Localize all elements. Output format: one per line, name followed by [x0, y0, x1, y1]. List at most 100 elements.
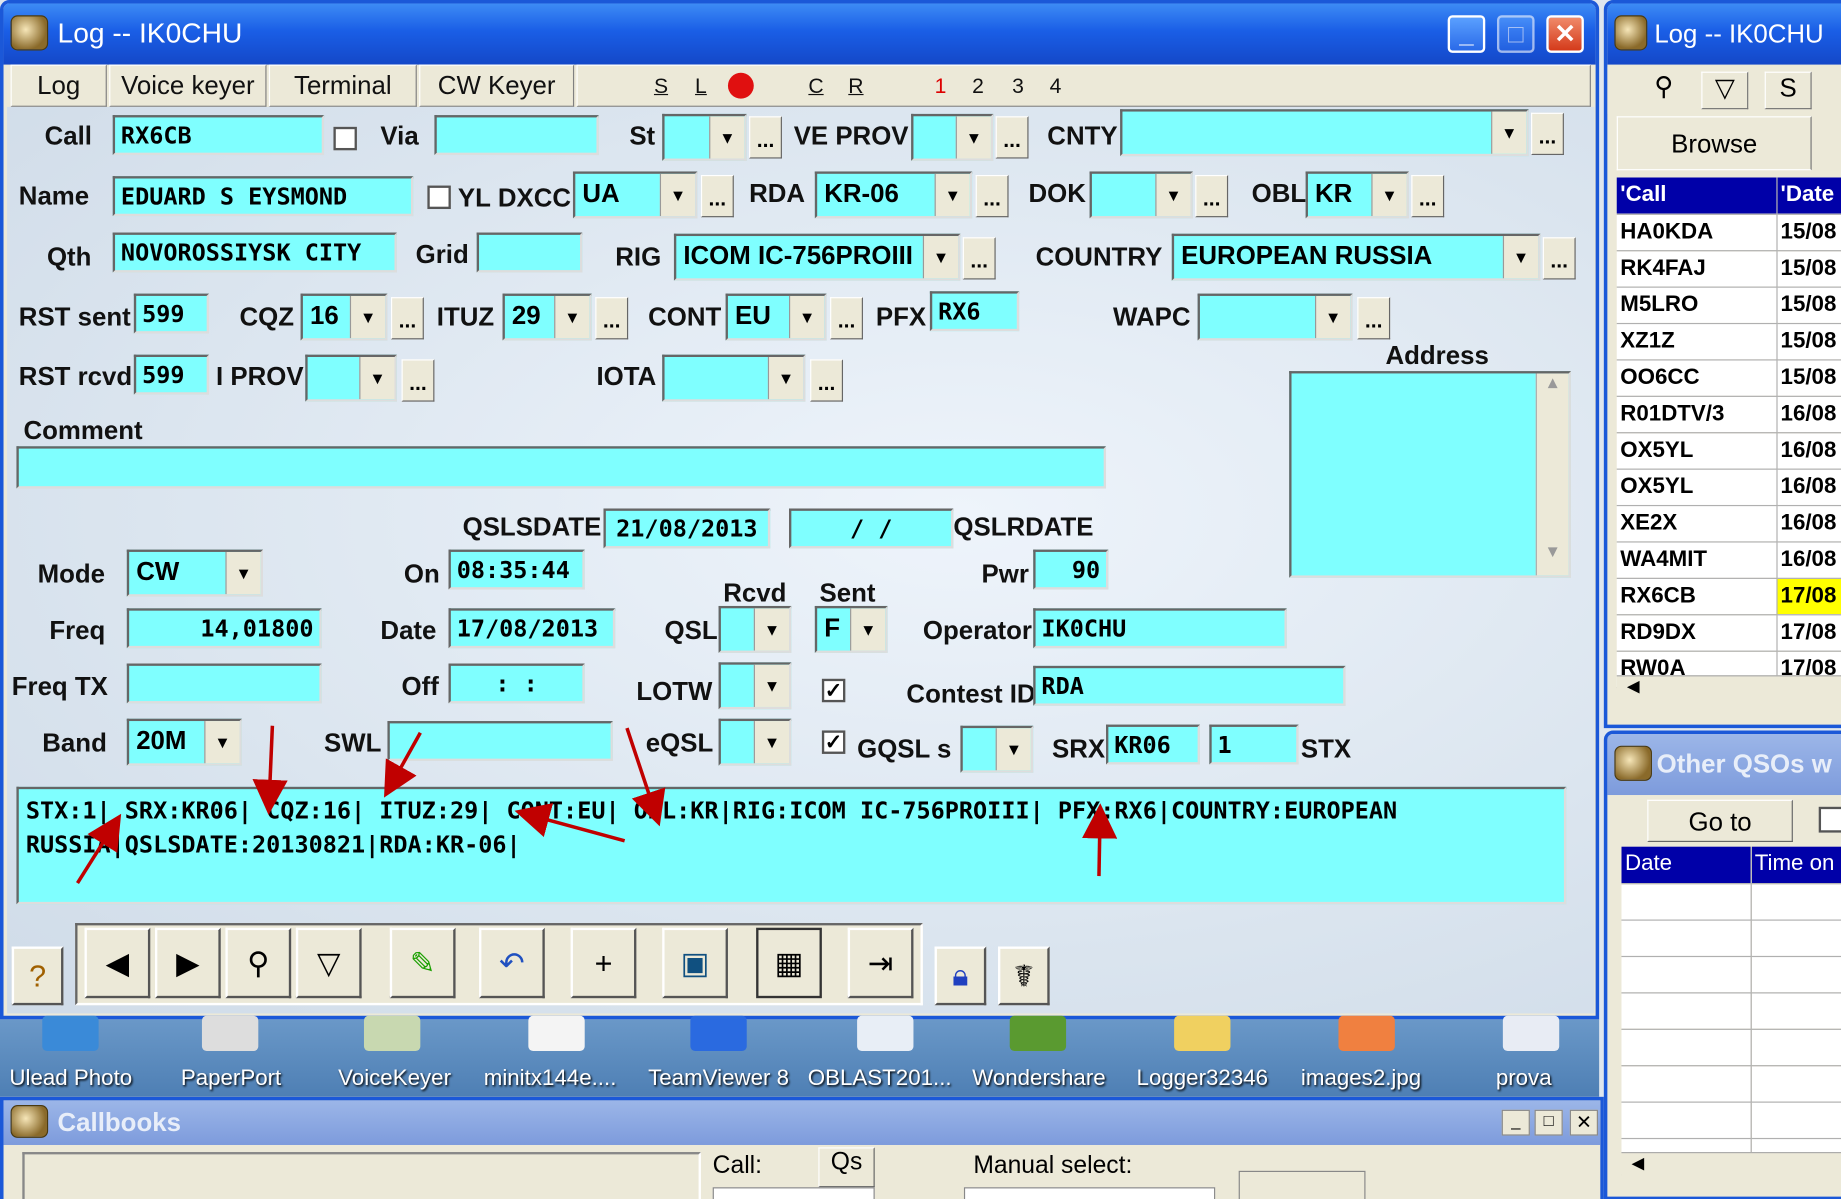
chevron-down-icon[interactable]: ▼: [1315, 295, 1351, 339]
table-row[interactable]: RK4FAJ 15/08: [1616, 250, 1841, 288]
empty-cell[interactable]: [1621, 883, 1752, 921]
date-cell[interactable]: 16/08: [1776, 395, 1841, 433]
table-row[interactable]: RX6CB 17/08: [1616, 577, 1841, 615]
desktop-item-1[interactable]: PaperPort: [181, 1066, 281, 1092]
teamviewer-icon[interactable]: [690, 1015, 747, 1052]
table-button[interactable]: ▦: [756, 927, 822, 999]
maximize-button[interactable]: □: [1534, 1109, 1563, 1136]
close-button[interactable]: ✕: [1546, 15, 1584, 53]
chevron-down-icon[interactable]: ▼: [554, 295, 590, 339]
tab-voice-keyer[interactable]: Voice keyer: [109, 64, 267, 107]
paperport-icon[interactable]: [201, 1015, 259, 1052]
iota-more-button[interactable]: ...: [810, 359, 844, 402]
close-button[interactable]: ✕: [1569, 1109, 1598, 1136]
scroll-left-arrow-icon[interactable]: ◀: [1621, 1153, 1654, 1173]
memory-3-button[interactable]: 3: [1002, 69, 1035, 102]
l-button[interactable]: L: [685, 69, 718, 102]
memory-1-button[interactable]: 1: [924, 69, 957, 102]
call-cell[interactable]: OX5YL: [1616, 432, 1778, 470]
call-cell[interactable]: HA0KDA: [1616, 213, 1778, 251]
side-s-button[interactable]: S: [1764, 71, 1812, 110]
rig-more-button[interactable]: ...: [962, 237, 996, 280]
cont-combo[interactable]: EU ▼: [725, 293, 827, 341]
date-cell[interactable]: 16/08: [1776, 504, 1841, 542]
rst-rcvd-field[interactable]: 599: [133, 354, 209, 395]
obl-combo[interactable]: KR ▼: [1305, 171, 1409, 219]
user-button[interactable]: ☤: [997, 946, 1050, 1006]
time-on-field[interactable]: 08:35:44: [448, 549, 585, 590]
call-cell[interactable]: WA4MIT: [1616, 541, 1778, 579]
table-row[interactable]: [1621, 919, 1841, 957]
date-cell[interactable]: 15/08: [1776, 322, 1841, 360]
freq-tx-field[interactable]: [126, 663, 322, 704]
side-log-grid[interactable]: 'Call 'Date HA0KDA 15/08 RK4FAJ 15/08 M5LRO 1…: [1616, 177, 1841, 688]
lock-button[interactable]: 🔒︎: [934, 946, 987, 1006]
qsl-sent-combo[interactable]: F ▼: [814, 605, 888, 653]
chevron-down-icon[interactable]: ▼: [922, 236, 959, 279]
call-field[interactable]: RX6CB: [112, 115, 325, 156]
address-scrollbar[interactable]: ▲ ▼: [1535, 373, 1569, 576]
date-cell[interactable]: 17/08: [1776, 614, 1841, 652]
filter-button[interactable]: ▽: [295, 927, 362, 999]
iota-combo[interactable]: ▼: [662, 354, 806, 402]
memory-2-button[interactable]: 2: [962, 69, 995, 102]
callbooks-qs-button[interactable]: Qs: [818, 1147, 875, 1188]
side-find-button[interactable]: ⚲: [1640, 72, 1687, 110]
date-cell[interactable]: 16/08: [1776, 432, 1841, 470]
call-cell[interactable]: M5LRO: [1616, 286, 1778, 324]
rda-combo[interactable]: KR-06 ▼: [814, 171, 973, 219]
empty-cell[interactable]: [1621, 992, 1752, 1030]
tab-cw-keyer[interactable]: CW Keyer: [419, 64, 575, 107]
chevron-down-icon[interactable]: ▼: [934, 173, 970, 217]
i-prov-combo[interactable]: ▼: [305, 354, 397, 402]
rda-more-button[interactable]: ...: [975, 174, 1009, 218]
previous-button[interactable]: ◀: [84, 927, 151, 999]
qsl-rcvd-combo[interactable]: ▼: [718, 605, 792, 653]
chevron-down-icon[interactable]: ▼: [767, 356, 804, 400]
table-row[interactable]: [1621, 1101, 1841, 1139]
call-cell[interactable]: R01DTV/3: [1616, 395, 1778, 433]
scroll-left-arrow-icon[interactable]: ◀: [1617, 676, 1650, 696]
cont-more-button[interactable]: ...: [830, 297, 863, 340]
contest-id-field[interactable]: RDA: [1033, 665, 1346, 706]
c-button[interactable]: C: [800, 69, 833, 102]
date-cell[interactable]: 16/08: [1776, 541, 1841, 579]
memory-4-button[interactable]: 4: [1039, 69, 1072, 102]
chevron-down-icon[interactable]: ▼: [1502, 236, 1539, 279]
empty-cell[interactable]: [1750, 1028, 1841, 1066]
date-cell[interactable]: 15/08: [1776, 359, 1841, 397]
table-row[interactable]: XZ1Z 15/08: [1616, 322, 1841, 360]
image-file-icon[interactable]: [1338, 1015, 1395, 1052]
chevron-down-icon[interactable]: ▼: [789, 295, 825, 339]
tab-terminal[interactable]: Terminal: [268, 64, 417, 107]
empty-cell[interactable]: [1750, 992, 1841, 1030]
column-header-call[interactable]: 'Call: [1616, 177, 1778, 215]
chevron-down-icon[interactable]: ▼: [1491, 111, 1527, 154]
qth-field[interactable]: NOVOROSSIYSK CITY: [112, 232, 397, 273]
empty-cell[interactable]: [1621, 1028, 1752, 1066]
column-header-date[interactable]: 'Date: [1776, 177, 1841, 215]
name-field[interactable]: EDUARD S EYSMOND: [112, 176, 414, 217]
table-row[interactable]: [1621, 1065, 1841, 1103]
scroll-up-arrow-icon[interactable]: ▲: [1537, 373, 1569, 406]
call-cell[interactable]: XZ1Z: [1616, 322, 1778, 360]
call-cell[interactable]: OO6CC: [1616, 359, 1778, 397]
st-combo[interactable]: ▼: [662, 113, 747, 161]
date-field[interactable]: 17/08/2013: [448, 608, 616, 649]
callbooks-result-box[interactable]: [22, 1152, 701, 1199]
st-more-button[interactable]: ...: [749, 116, 782, 159]
chevron-down-icon[interactable]: ▼: [709, 116, 745, 159]
pfx-field[interactable]: RX6: [929, 291, 1020, 332]
table-row[interactable]: [1621, 992, 1841, 1030]
cqz-combo[interactable]: 16 ▼: [300, 293, 388, 341]
other-qsos-title-bar[interactable]: Other QSOs w: [1607, 733, 1841, 796]
oblast-file-icon[interactable]: [857, 1015, 914, 1052]
date-cell[interactable]: 15/08: [1776, 286, 1841, 324]
other-horizontal-scrollbar[interactable]: ◀: [1621, 1152, 1841, 1185]
table-row[interactable]: OX5YL 16/08: [1616, 468, 1841, 506]
folder-icon[interactable]: [1174, 1015, 1231, 1052]
browse-tab[interactable]: Browse: [1616, 116, 1812, 171]
desktop-item-7[interactable]: Logger32346: [1137, 1066, 1269, 1092]
document-icon[interactable]: [1502, 1015, 1560, 1052]
call-cell[interactable]: RX6CB: [1616, 577, 1778, 615]
